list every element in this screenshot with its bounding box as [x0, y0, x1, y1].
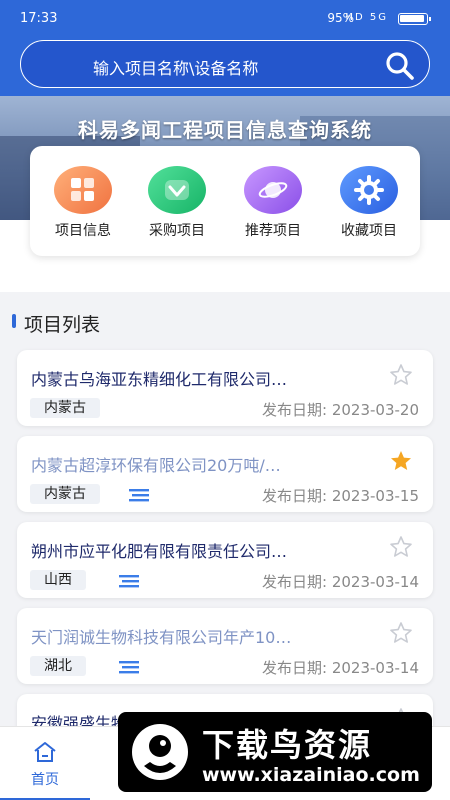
watermark: 下载鸟资源 www.xiazainiao.com	[118, 712, 432, 792]
region-tag: 湖北	[30, 656, 86, 676]
gear-icon	[340, 166, 398, 214]
nav-home[interactable]: 首页	[0, 727, 90, 800]
search-input[interactable]: 输入项目名称\设备名称	[20, 40, 430, 88]
project-card[interactable]: 天门润诚生物科技有限公司年产10… 湖北 发布日期: 2023-03-14	[17, 608, 433, 684]
quick-item-recommended[interactable]: 推荐项目	[228, 166, 318, 246]
quick-item-procurement[interactable]: 采购项目	[132, 166, 222, 246]
region-tag: 内蒙古	[30, 398, 100, 418]
star-outline-icon[interactable]	[389, 535, 413, 559]
home-icon	[34, 742, 56, 762]
project-title: 天门润诚生物科技有限公司年产10…	[31, 628, 292, 647]
quick-item-label: 收藏项目	[341, 223, 397, 239]
quick-item-label: 推荐项目	[245, 223, 301, 239]
project-title: 内蒙古超淳环保有限公司20万吨/…	[31, 456, 281, 475]
search-placeholder: 输入项目名称\设备名称	[93, 59, 259, 78]
diamond-icon	[148, 166, 206, 214]
project-card[interactable]: 内蒙古超淳环保有限公司20万吨/… 内蒙古 发布日期: 2023-03-15	[17, 436, 433, 512]
section-title: 项目列表	[24, 314, 101, 336]
banner-title: 科易多闻工程项目信息查询系统	[78, 118, 372, 142]
quick-menu: 项目信息 采购项目 推荐项目 收藏项目	[30, 146, 420, 256]
battery-fill	[400, 15, 424, 22]
section-accent	[12, 314, 16, 328]
battery-icon	[398, 13, 431, 25]
battery-percent: 95%	[327, 11, 354, 25]
quick-item-label: 采购项目	[149, 223, 205, 239]
nav-home-label: 首页	[31, 772, 59, 788]
star-filled-icon[interactable]	[389, 449, 413, 473]
publish-date: 发布日期: 2023-03-14	[262, 573, 419, 591]
star-outline-icon[interactable]	[389, 621, 413, 645]
quick-item-label: 项目信息	[55, 223, 111, 239]
publish-date: 发布日期: 2023-03-14	[262, 659, 419, 677]
project-card[interactable]: 内蒙古乌海亚东精细化工有限公司… 内蒙古 发布日期: 2023-03-20	[17, 350, 433, 426]
search-icon[interactable]	[385, 51, 415, 81]
star-outline-icon[interactable]	[389, 363, 413, 387]
project-title: 内蒙古乌海亚东精细化工有限公司…	[31, 370, 288, 389]
publish-date: 发布日期: 2023-03-15	[262, 487, 419, 505]
bird-logo-icon	[132, 724, 188, 780]
grid-icon	[54, 166, 112, 214]
status-bar: 17:33 HD 5G 95%	[0, 0, 450, 36]
watermark-url: www.xiazainiao.com	[202, 764, 420, 786]
quick-item-project-info[interactable]: 项目信息	[38, 166, 128, 246]
project-card[interactable]: 朔州市应平化肥有限有限责任公司… 山西 发布日期: 2023-03-14	[17, 522, 433, 598]
list-icon	[129, 489, 149, 502]
region-tag: 山西	[30, 570, 86, 590]
project-title: 朔州市应平化肥有限有限责任公司…	[31, 542, 288, 561]
planet-icon	[244, 166, 302, 214]
quick-item-favorites[interactable]: 收藏项目	[324, 166, 414, 246]
status-time: 17:33	[20, 11, 58, 26]
header: 输入项目名称\设备名称	[0, 36, 450, 96]
publish-date: 发布日期: 2023-03-20	[262, 401, 419, 419]
list-icon	[119, 575, 139, 588]
region-tag: 内蒙古	[30, 484, 100, 504]
watermark-title: 下载鸟资源	[202, 726, 373, 764]
list-icon	[119, 661, 139, 674]
